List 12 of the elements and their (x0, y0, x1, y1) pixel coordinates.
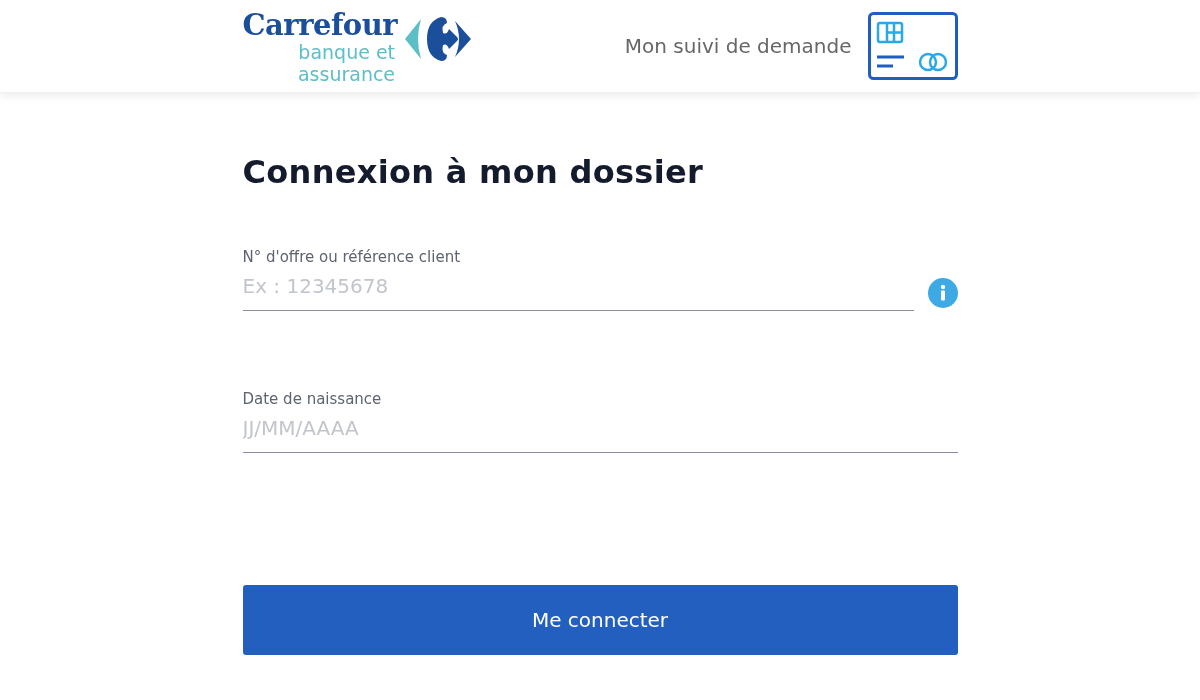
brand-tagline: assurance (297, 63, 396, 85)
info-icon[interactable] (927, 278, 958, 308)
credit-card-icon[interactable] (867, 12, 958, 80)
logo-icon (405, 17, 472, 63)
tracking-link[interactable]: Mon suivi de demande (624, 34, 852, 58)
field-label: Date de naissance (242, 390, 383, 408)
login-button[interactable]: Me connecter (242, 585, 958, 655)
input-field[interactable]: Ex : 12345678 (242, 272, 914, 311)
field-label: N° d'offre ou référence client (242, 248, 462, 266)
brand-tagline: banque et (298, 41, 396, 63)
brand-name: Carrefour (242, 9, 398, 41)
page-title: Connexion à mon dossier (242, 153, 705, 191)
